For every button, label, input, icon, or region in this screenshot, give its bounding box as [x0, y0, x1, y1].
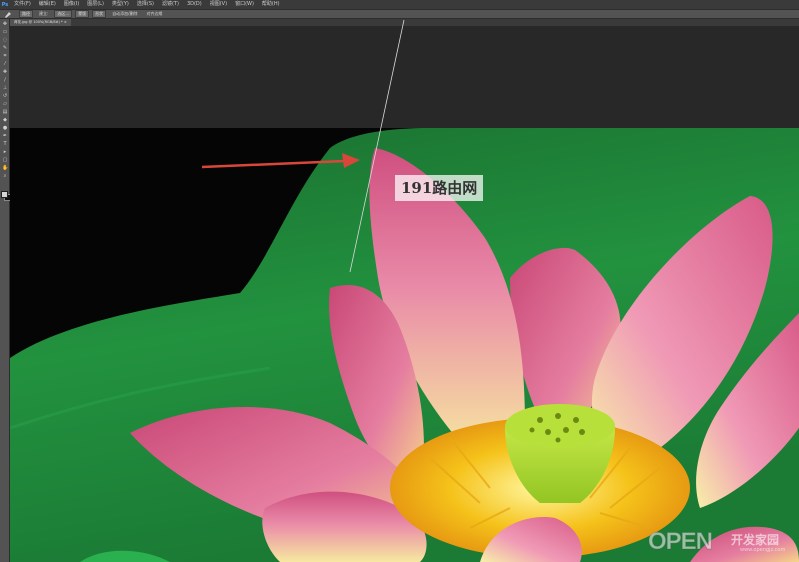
canvas-area[interactable]	[10, 26, 799, 562]
open-logo-cn: 开发家园	[731, 533, 780, 547]
document-tab[interactable]: 荷花.jpg @ 100%(RGB/8#) * ×	[10, 19, 71, 26]
zoom-tool-icon[interactable]: ⌕	[2, 174, 8, 179]
open-logo-url: www.opengjz.com	[740, 547, 786, 553]
type-tool-icon[interactable]: T	[2, 142, 8, 147]
gradient-tool-icon[interactable]: ▤	[2, 110, 8, 115]
quick-select-tool-icon[interactable]: ✎	[2, 46, 8, 51]
hand-tool-icon[interactable]: ✋	[2, 166, 8, 171]
menu-3d[interactable]: 3D(D)	[183, 0, 206, 9]
menu-help[interactable]: 帮助(H)	[258, 0, 284, 9]
document-tab-bar: 荷花.jpg @ 100%(RGB/8#) * ×	[10, 19, 799, 26]
crop-tool-icon[interactable]: ⌗	[2, 54, 8, 59]
pen-tool-icon[interactable]: ✒	[2, 134, 8, 139]
options-bar: 路径 建立: 选区... 蒙版 形状 自动添加/删除 对齐边缘	[0, 9, 799, 19]
blur-tool-icon[interactable]: ◆	[2, 118, 8, 123]
make-label: 建立:	[39, 11, 49, 16]
marquee-tool-icon[interactable]: ▭	[2, 30, 8, 35]
move-tool-icon[interactable]: ✥	[2, 22, 8, 27]
photoshop-logo: Ps	[1, 1, 9, 8]
lasso-tool-icon[interactable]: ◌	[2, 38, 8, 43]
dodge-tool-icon[interactable]: ●	[2, 126, 8, 131]
open-logo-text: OPEN	[647, 528, 713, 556]
make-shape-button[interactable]: 形状	[92, 10, 107, 18]
menu-filter[interactable]: 滤镜(T)	[158, 0, 183, 9]
tools-panel: ✥ ▭ ◌ ✎ ⌗ ⁄ ✚ ∕ ⊥ ↺ ▱ ▤ ◆ ● ✒ T ▸ ▢ ✋ ⌕	[0, 19, 11, 562]
menu-view[interactable]: 视图(V)	[206, 0, 231, 9]
path-select-tool-icon[interactable]: ▸	[2, 150, 8, 155]
foreground-color-swatch[interactable]	[1, 191, 8, 198]
clone-stamp-tool-icon[interactable]: ⊥	[2, 86, 8, 91]
shape-tool-icon[interactable]: ▢	[2, 158, 8, 163]
pen-icon	[5, 11, 11, 18]
photoshop-window: Ps 文件(F) 编辑(E) 图像(I) 图层(L) 类型(Y) 选择(S) 滤…	[0, 0, 799, 562]
router-watermark: 191路由网	[395, 175, 484, 201]
menu-image[interactable]: 图像(I)	[60, 0, 83, 9]
eraser-tool-icon[interactable]: ▱	[2, 102, 8, 107]
eyedropper-tool-icon[interactable]: ⁄	[2, 62, 8, 67]
menu-layer[interactable]: 图层(L)	[83, 0, 108, 9]
menu-edit[interactable]: 编辑(E)	[35, 0, 60, 9]
menu-type[interactable]: 类型(Y)	[108, 0, 133, 9]
menu-select[interactable]: 选择(S)	[133, 0, 158, 9]
history-brush-tool-icon[interactable]: ↺	[2, 94, 8, 99]
menu-file[interactable]: 文件(F)	[10, 0, 35, 9]
brush-tool-icon[interactable]: ∕	[2, 78, 8, 83]
menu-bar: Ps 文件(F) 编辑(E) 图像(I) 图层(L) 类型(Y) 选择(S) 滤…	[0, 0, 799, 9]
make-mask-button[interactable]: 蒙版	[75, 10, 90, 18]
open-watermark: OPEN 开发家园 www.opengjz.com	[647, 528, 798, 558]
path-mode-select[interactable]: 路径	[19, 10, 33, 18]
make-selection-button[interactable]: 选区...	[54, 10, 73, 18]
healing-brush-tool-icon[interactable]: ✚	[2, 70, 8, 75]
menu-window[interactable]: 窗口(W)	[231, 0, 258, 9]
tool-preset-picker[interactable]	[0, 10, 16, 18]
align-edges-checkbox[interactable]: 对齐边缘	[144, 10, 166, 18]
auto-add-delete-checkbox[interactable]: 自动添加/删除	[109, 10, 140, 18]
